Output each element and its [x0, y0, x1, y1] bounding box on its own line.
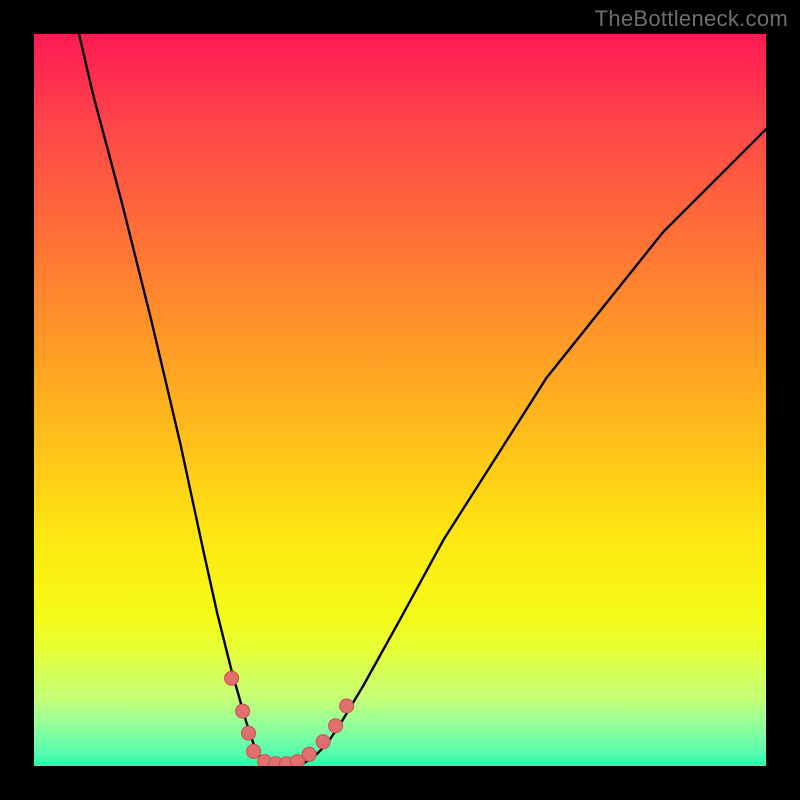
bottleneck-curve [71, 34, 766, 766]
chart-svg [34, 34, 766, 766]
curve-marker [329, 719, 343, 733]
curve-markers [225, 671, 354, 766]
curve-marker [225, 671, 239, 685]
curve-marker [236, 704, 250, 718]
curve-marker [316, 735, 330, 749]
plot-area [34, 34, 766, 766]
curve-marker [340, 699, 354, 713]
outer-frame: TheBottleneck.com [0, 0, 800, 800]
curve-marker [242, 726, 256, 740]
curve-marker [302, 747, 316, 761]
watermark-text: TheBottleneck.com [595, 6, 788, 32]
curve-marker [247, 744, 261, 758]
